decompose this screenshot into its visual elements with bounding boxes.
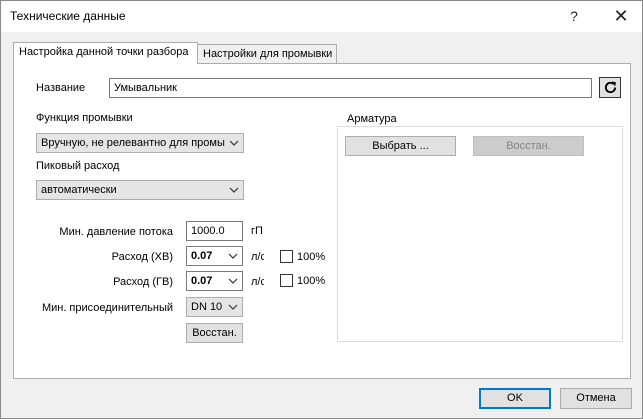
- flow-cold-select[interactable]: 0.07: [186, 246, 243, 266]
- ok-label: OK: [507, 392, 523, 404]
- tab-draw-point-settings[interactable]: Настройка данной точки разбора: [13, 42, 198, 64]
- name-value: Умывальник: [114, 82, 177, 94]
- flow-cold-100-label: 100%: [297, 251, 326, 263]
- title-bar: Технические данные ? ✕: [1, 1, 642, 32]
- peak-flow-label: Пиковый расход: [36, 160, 120, 172]
- flush-function-label: Функция промывки: [36, 112, 133, 124]
- min-pressure-unit: гП: [251, 225, 263, 237]
- ok-button[interactable]: OK: [479, 388, 551, 409]
- chevron-down-icon: [228, 304, 238, 310]
- flow-cold-value: 0.07: [191, 250, 213, 262]
- reset-name-button[interactable]: [599, 77, 621, 98]
- cancel-label: Отмена: [576, 392, 616, 404]
- flush-function-select[interactable]: Вручную, не релевантно для промы: [36, 133, 244, 153]
- min-pressure-input[interactable]: 1000.0: [186, 221, 243, 241]
- min-connection-select[interactable]: DN 10: [186, 297, 243, 317]
- peak-flow-select[interactable]: автоматически: [36, 180, 244, 200]
- restore-fitting-button[interactable]: Восстан.: [473, 136, 584, 156]
- close-button[interactable]: ✕: [601, 1, 641, 32]
- flow-hot-value: 0.07: [191, 275, 213, 287]
- cancel-button[interactable]: Отмена: [560, 388, 632, 409]
- min-pressure-label: Мин. давление потока: [59, 226, 173, 238]
- chevron-down-icon: [228, 278, 238, 284]
- tab-flush-settings[interactable]: Настройки для промывки: [197, 44, 337, 64]
- chevron-down-icon: [228, 253, 238, 259]
- flow-cold-label: Расход (ХВ): [111, 251, 173, 263]
- restore-flow-label: Восстан.: [192, 327, 237, 339]
- flow-hot-100-label: 100%: [297, 275, 326, 287]
- chevron-down-icon: [229, 187, 239, 193]
- flow-hot-label: Расход (ГВ): [113, 276, 173, 288]
- help-button[interactable]: ?: [554, 1, 594, 32]
- flow-cold-unit: л/с: [251, 251, 264, 263]
- window-title: Технические данные: [10, 9, 126, 23]
- min-connection-label: Мин. присоединительный: [41, 302, 173, 314]
- select-fitting-button[interactable]: Выбрать ...: [345, 136, 456, 156]
- name-label: Название: [36, 82, 86, 94]
- name-input[interactable]: Умывальник: [109, 78, 592, 98]
- peak-flow-value: автоматически: [41, 184, 117, 196]
- fittings-group-title: Арматура: [345, 113, 399, 125]
- flush-function-value: Вручную, не релевантно для промы: [41, 137, 225, 149]
- flow-cold-100-checkbox[interactable]: [280, 250, 293, 263]
- flow-hot-100-checkbox[interactable]: [280, 274, 293, 287]
- technical-data-dialog: Технические данные ? ✕ Настройка данной …: [0, 0, 643, 419]
- restore-flow-button[interactable]: Восстан.: [186, 323, 243, 343]
- fittings-group: [337, 126, 623, 342]
- flow-hot-unit: л/с: [251, 276, 264, 288]
- min-pressure-value: 1000.0: [191, 225, 225, 237]
- restore-fitting-label: Восстан.: [506, 140, 551, 152]
- chevron-down-icon: [229, 140, 239, 146]
- min-connection-value: DN 10: [191, 301, 223, 313]
- flow-hot-select[interactable]: 0.07: [186, 271, 243, 291]
- tab-label: Настройка данной точки разбора: [19, 46, 189, 58]
- refresh-icon: [604, 81, 617, 94]
- tab-label: Настройки для промывки: [203, 48, 333, 60]
- select-fitting-label: Выбрать ...: [372, 140, 429, 152]
